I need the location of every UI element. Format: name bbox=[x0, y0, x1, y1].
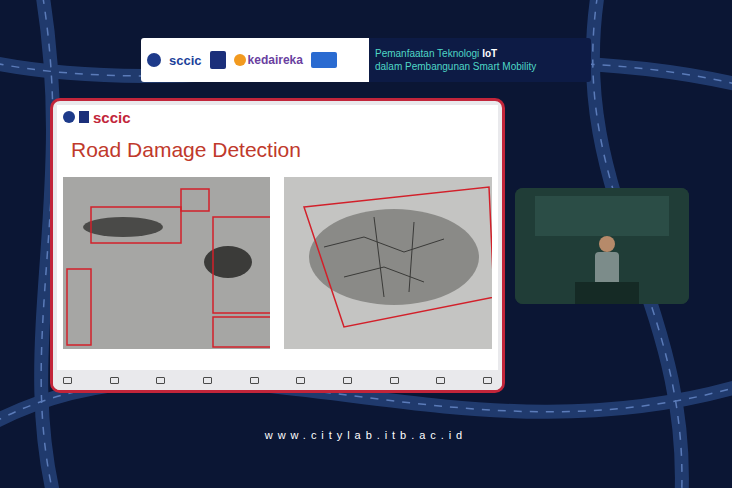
slide-header: sccic bbox=[63, 107, 492, 127]
speaker-video bbox=[515, 188, 689, 304]
kedaireka-mark-icon bbox=[234, 54, 246, 66]
campus-badge-icon bbox=[311, 52, 337, 68]
toolbar-button-icon[interactable] bbox=[156, 377, 165, 384]
crack-photo bbox=[284, 177, 492, 349]
toolbar-button-icon[interactable] bbox=[250, 377, 259, 384]
toolbar-button-icon[interactable] bbox=[110, 377, 119, 384]
toolbar-button-icon[interactable] bbox=[436, 377, 445, 384]
toolbar-button-icon[interactable] bbox=[483, 377, 492, 384]
toolbar-button-icon[interactable] bbox=[343, 377, 352, 384]
toolbar-button-icon[interactable] bbox=[63, 377, 72, 384]
slide: sccic Road Damage Detection bbox=[57, 105, 498, 370]
photo-row bbox=[63, 177, 492, 349]
meeting-toolbar bbox=[53, 370, 502, 390]
toolbar-button-icon[interactable] bbox=[203, 377, 212, 384]
title-subtitle: dalam Pembangunan Smart Mobility bbox=[375, 60, 585, 73]
title-part: IoT bbox=[482, 48, 497, 59]
kedaireka-logo: kedaireka bbox=[248, 54, 303, 66]
road-photo bbox=[63, 177, 270, 349]
event-banner: sccic kedaireka Pemanfaatan Teknologi IoTd… bbox=[141, 38, 591, 82]
sccic-logo: sccic bbox=[169, 54, 202, 67]
sponsor-logos: sccic kedaireka bbox=[141, 38, 369, 82]
sb-icon bbox=[79, 111, 89, 123]
slide-logo: sccic bbox=[93, 110, 131, 125]
toolbar-button-icon[interactable] bbox=[390, 377, 399, 384]
website-url: www.citylab.itb.ac.id bbox=[265, 427, 467, 444]
slide-title: Road Damage Detection bbox=[71, 137, 492, 163]
title-line: Pemanfaatan Teknologi IoT bbox=[375, 47, 585, 60]
shared-screen: sccic Road Damage Detection bbox=[50, 98, 505, 393]
toolbar-button-icon[interactable] bbox=[296, 377, 305, 384]
banner-title: Pemanfaatan Teknologi IoTdalam Pembangun… bbox=[369, 38, 591, 82]
title-part: Pemanfaatan Teknologi bbox=[375, 48, 482, 59]
seal-icon bbox=[63, 111, 75, 123]
university-seal-icon bbox=[147, 53, 161, 67]
sb-logo-icon bbox=[210, 51, 226, 69]
